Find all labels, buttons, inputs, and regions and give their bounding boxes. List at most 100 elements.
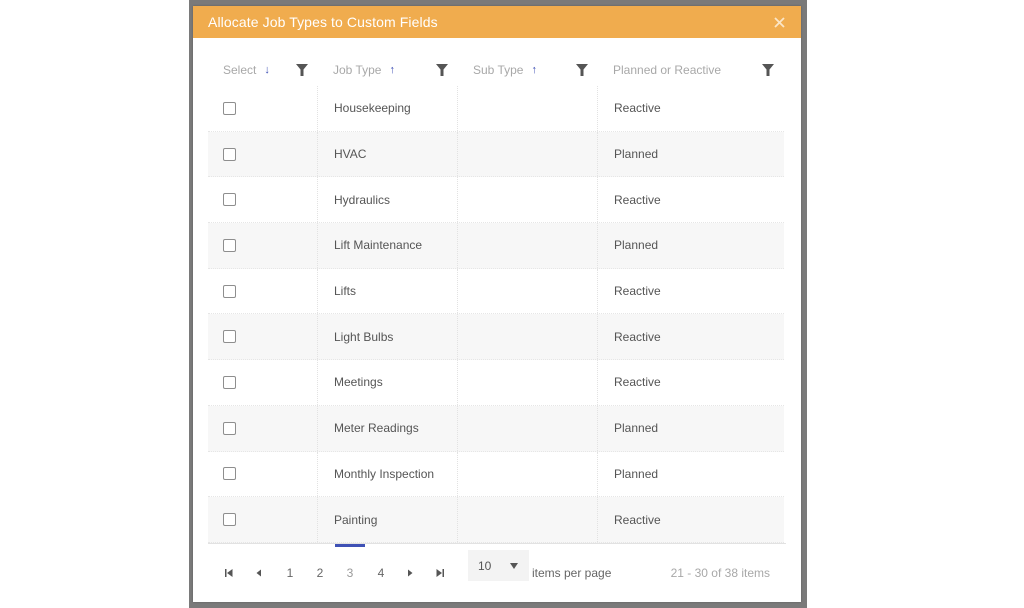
page-2-button[interactable]: 2 — [313, 566, 327, 580]
arrow-up-icon: ↑ — [389, 64, 395, 76]
column-label: Select — [223, 63, 257, 77]
dialog-title: Allocate Job Types to Custom Fields — [208, 14, 438, 30]
allocate-job-types-dialog: Allocate Job Types to Custom Fields Sele… — [193, 6, 801, 602]
job-type-cell: Painting — [318, 497, 458, 542]
row-checkbox[interactable] — [223, 375, 236, 389]
job-type-text: Lift Maintenance — [334, 238, 423, 253]
job-type-cell: HVAC — [318, 131, 458, 177]
sub-type-cell — [458, 223, 598, 268]
sub-type-cell — [458, 268, 598, 314]
table-row[interactable]: Meter Readings Planned — [208, 405, 784, 452]
select-cell — [208, 314, 318, 360]
planned-or-reactive-cell: Planned — [598, 406, 784, 451]
row-checkbox[interactable] — [223, 193, 236, 207]
dialog-titlebar: Allocate Job Types to Custom Fields — [193, 6, 801, 38]
planned-or-reactive-text: Reactive — [614, 329, 661, 344]
table-row[interactable]: Lift Maintenance Planned — [208, 223, 784, 269]
row-checkbox[interactable] — [223, 147, 236, 161]
sub-type-cell — [458, 497, 598, 542]
row-checkbox[interactable] — [223, 284, 236, 298]
planned-or-reactive-text: Planned — [614, 466, 659, 481]
filter-icon[interactable] — [762, 64, 774, 76]
table-row[interactable]: Painting Reactive — [208, 497, 784, 543]
row-checkbox[interactable] — [223, 467, 236, 481]
select-cell — [208, 451, 318, 497]
table-row[interactable]: Meetings Reactive — [208, 360, 784, 406]
job-type-text: Hydraulics — [334, 192, 391, 207]
sub-type-cell — [458, 86, 598, 131]
planned-or-reactive-text: Planned — [614, 147, 659, 162]
job-type-text: Monthly Inspection — [334, 466, 435, 481]
column-header-sub-type[interactable]: Sub Type ↑ — [458, 54, 598, 86]
planned-or-reactive-text: Reactive — [614, 512, 661, 527]
planned-or-reactive-cell: Reactive — [598, 497, 784, 542]
planned-or-reactive-cell: Reactive — [598, 86, 784, 131]
close-icon[interactable] — [771, 14, 787, 30]
caret-down-icon — [510, 563, 518, 569]
planned-or-reactive-cell: Reactive — [598, 177, 784, 222]
pager-info: 21 - 30 of 38 items — [670, 566, 770, 580]
planned-or-reactive-cell: Planned — [598, 223, 784, 268]
grid-body: Housekeeping Reactive HVAC Planned Hydra… — [208, 86, 784, 543]
table-row[interactable]: HVAC Planned — [208, 131, 784, 178]
row-checkbox[interactable] — [223, 421, 236, 435]
job-type-text: Meter Readings — [334, 421, 419, 436]
select-cell — [208, 177, 318, 223]
table-row[interactable]: Hydraulics Reactive — [208, 177, 784, 224]
planned-or-reactive-text: Reactive — [614, 192, 661, 207]
job-type-cell: Lifts — [318, 268, 458, 314]
last-page-icon[interactable] — [435, 568, 445, 578]
select-cell — [208, 497, 318, 542]
job-type-cell: Meetings — [318, 360, 458, 405]
planned-or-reactive-text: Reactive — [614, 284, 661, 299]
sub-type-cell — [458, 177, 598, 223]
planned-or-reactive-cell: Reactive — [598, 269, 784, 314]
sub-type-cell — [458, 405, 598, 451]
page-3-button[interactable]: 3 — [343, 566, 357, 580]
column-header-job-type[interactable]: Job Type ↑ — [318, 54, 458, 86]
row-checkbox[interactable] — [223, 513, 236, 527]
planned-or-reactive-cell: Planned — [598, 452, 784, 497]
sub-type-cell — [458, 314, 598, 360]
arrow-down-icon: ↓ — [264, 64, 270, 76]
current-page-indicator — [335, 544, 365, 547]
filter-icon[interactable] — [436, 64, 448, 76]
row-checkbox[interactable] — [223, 238, 236, 252]
sub-type-cell — [458, 131, 598, 177]
job-type-cell: Monthly Inspection — [318, 451, 458, 497]
column-label: Sub Type — [473, 63, 524, 77]
select-cell — [208, 360, 318, 405]
table-row[interactable]: Light Bulbs Reactive — [208, 314, 784, 361]
job-type-cell: Meter Readings — [318, 405, 458, 451]
column-label: Job Type — [333, 63, 382, 77]
job-type-text: Lifts — [334, 284, 357, 299]
page-size-dropdown[interactable]: 10 — [468, 550, 529, 581]
first-page-icon[interactable] — [224, 568, 234, 578]
column-header-planned-or-reactive[interactable]: Planned or Reactive — [598, 54, 784, 86]
row-checkbox[interactable] — [223, 330, 236, 344]
select-cell — [208, 131, 318, 177]
job-type-text: Light Bulbs — [334, 329, 394, 344]
job-type-text: HVAC — [334, 147, 367, 162]
select-cell — [208, 223, 318, 268]
filter-icon[interactable] — [296, 64, 308, 76]
job-type-cell: Lift Maintenance — [318, 223, 458, 268]
column-label: Planned or Reactive — [613, 63, 722, 77]
filter-icon[interactable] — [576, 64, 588, 76]
table-row[interactable]: Lifts Reactive — [208, 268, 784, 315]
select-cell — [208, 86, 318, 131]
grid-pager: 1 2 3 4 10 items per page 21 - 30 of 38 … — [208, 543, 786, 593]
column-header-select[interactable]: Select ↓ — [208, 54, 318, 86]
planned-or-reactive-text: Planned — [614, 421, 659, 436]
row-checkbox[interactable] — [223, 101, 236, 115]
page-4-button[interactable]: 4 — [374, 566, 388, 580]
select-cell — [208, 405, 318, 451]
page-1-button[interactable]: 1 — [283, 566, 297, 580]
next-page-icon[interactable] — [405, 568, 415, 578]
previous-page-icon[interactable] — [254, 568, 264, 578]
job-type-text: Painting — [334, 512, 378, 527]
table-row[interactable]: Monthly Inspection Planned — [208, 451, 784, 498]
select-cell — [208, 268, 318, 314]
planned-or-reactive-text: Planned — [614, 238, 659, 253]
table-row[interactable]: Housekeeping Reactive — [208, 86, 784, 132]
